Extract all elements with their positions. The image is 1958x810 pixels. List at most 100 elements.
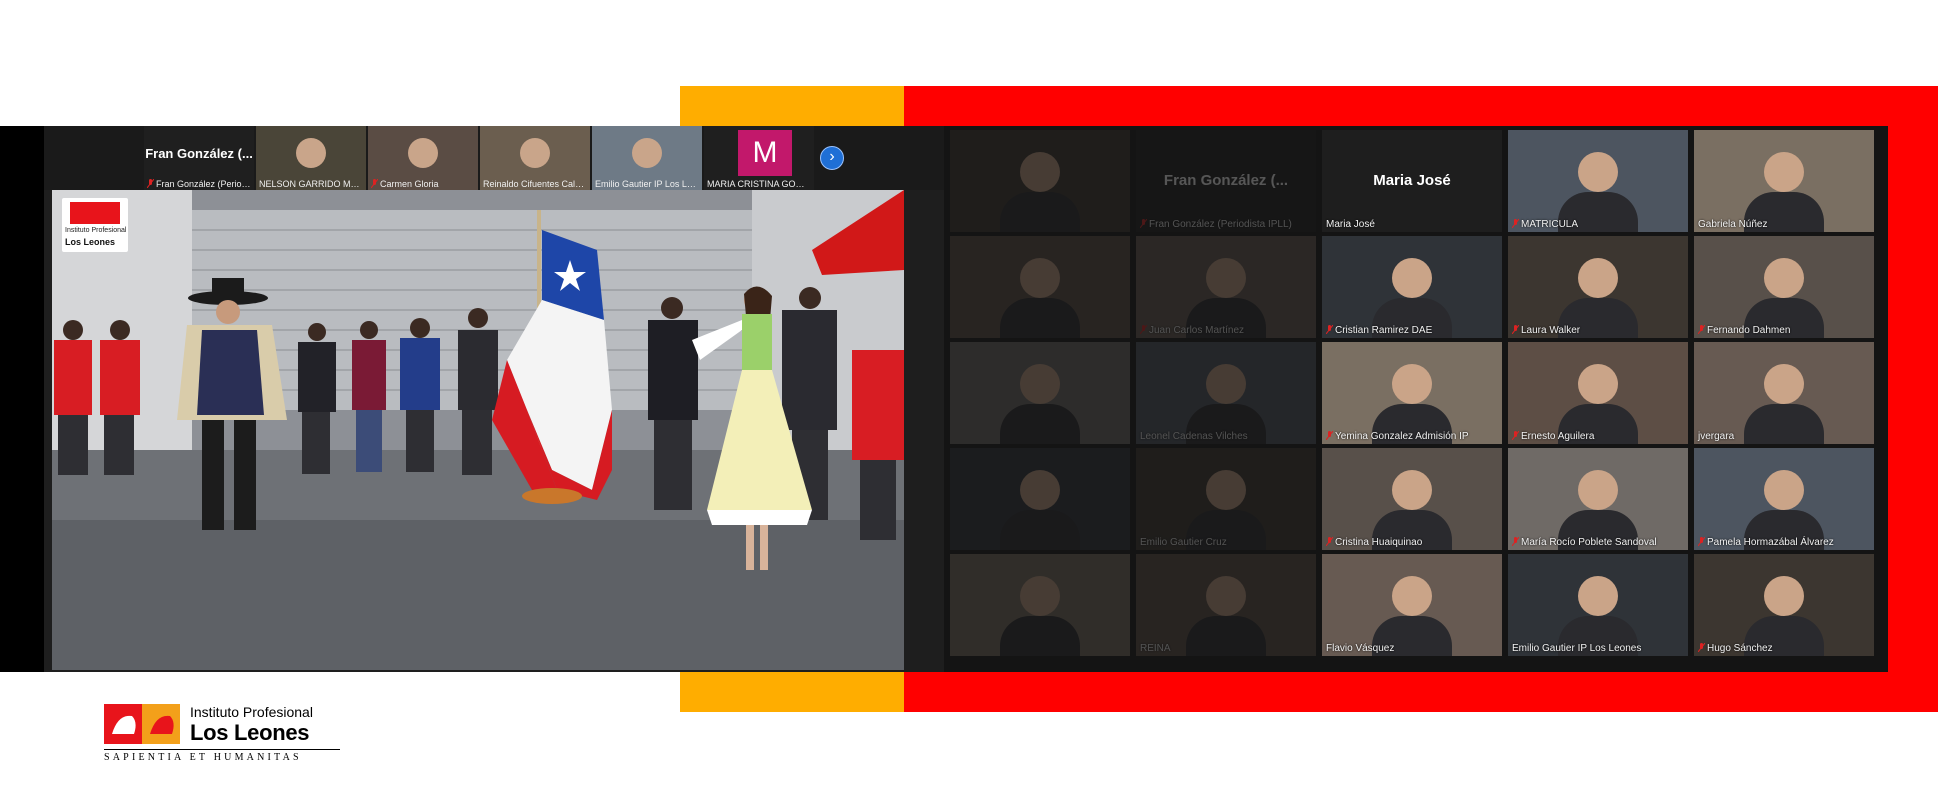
muted-mic-icon [1139,218,1148,229]
gallery-tile[interactable] [950,130,1130,232]
participant-figure [520,138,550,168]
overlay-logo-line2: Los Leones [65,237,116,247]
logo-divider [104,749,340,750]
participant-video [1694,236,1874,338]
shared-video[interactable]: Instituto Profesional Los Leones [52,190,904,670]
gallery-tile[interactable]: Flavio Vásquez [1322,554,1502,656]
participant-name: Reinaldo Cifuentes Calder... [483,179,587,189]
gallery-tile[interactable]: Hugo Sánchez [1694,554,1874,656]
participant-video [1508,554,1688,656]
muted-mic-icon [1325,536,1334,547]
participant-video [950,130,1130,232]
gallery-tile[interactable]: Ernesto Aguilera [1508,342,1688,444]
participant-video [1322,236,1502,338]
gallery-tile[interactable] [950,342,1130,444]
gallery-tile[interactable]: Emilio Gautier Cruz [1136,448,1316,550]
institute-logo: Instituto Profesional Los Leones SAPIENT… [104,702,344,764]
logo-line1: Instituto Profesional [190,704,313,720]
participant-name-text: Gabriela Núñez [1698,219,1768,230]
gallery-tile[interactable]: Gabriela Núñez [1694,130,1874,232]
participant-name: MARIA CRISTINA GOMEZ ... [707,179,811,189]
participant-video [1508,236,1688,338]
lion-emblem-icon [104,704,180,744]
participant-name-text: Laura Walker [1521,325,1581,336]
participant-name: Cristina Huaiquinao [1325,536,1423,548]
gallery-tile[interactable]: jvergara [1694,342,1874,444]
participant-name: Gabriela Núñez [1698,219,1767,230]
gallery-tile[interactable]: Cristina Huaiquinao [1322,448,1502,550]
participant-video [1136,554,1316,656]
gallery-tile[interactable]: Leonel Cadenas Vilches [1136,342,1316,444]
filmstrip-tile[interactable]: Emilio Gautier IP Los Leone... [592,126,702,190]
participant-figure [1764,576,1804,616]
muted-mic-icon [1697,536,1706,547]
chevron-right-icon[interactable]: › [820,146,844,170]
participant-name: Yemina Gonzalez Admisión IP [1325,430,1469,442]
gallery-tile[interactable]: Juan Carlos Martínez [1136,236,1316,338]
participant-name-text: Reinaldo Cifuentes Calder... [483,179,587,189]
participant-figure [1206,576,1246,616]
participant-body [1000,404,1080,444]
filmstrip-tile[interactable]: Fran González (... Fran González (Periodi… [144,126,254,190]
gallery-tile[interactable]: REINA [1136,554,1316,656]
participant-video [1136,236,1316,338]
dance-scene [52,190,904,670]
participant-name-text: MATRICULA [1521,219,1579,230]
participant-figure [1020,258,1060,298]
participant-video [1508,448,1688,550]
participant-figure [1206,258,1246,298]
participant-name: Ernesto Aguilera [1511,430,1595,442]
participant-display-name: Fran González (... [1163,172,1289,189]
participant-name-text: Fran González (Periodi... [156,179,251,189]
gallery-tile[interactable]: Yemina Gonzalez Admisión IP [1322,342,1502,444]
gallery-tile[interactable]: Fernando Dahmen [1694,236,1874,338]
overlay-logo-line1: Instituto Profesional [65,227,127,234]
gallery-tile[interactable] [950,554,1130,656]
filmstrip-tile[interactable]: Carmen Gloria [368,126,478,190]
muted-mic-icon [1511,218,1520,229]
participant-figure [1392,470,1432,510]
gallery-tile[interactable]: Maria José Maria José [1322,130,1502,232]
muted-mic-icon [147,179,155,189]
participant-figure [1764,152,1804,192]
muted-mic-icon [371,179,379,189]
gallery-tile[interactable]: María Rocío Poblete Sandoval [1508,448,1688,550]
participant-figure [1392,258,1432,298]
filmstrip-tile[interactable]: Reinaldo Cifuentes Calder... [480,126,590,190]
participant-video [1694,342,1874,444]
gallery-tile[interactable]: MATRICULA [1508,130,1688,232]
gallery-tile[interactable]: Emilio Gautier IP Los Leones [1508,554,1688,656]
participant-name: Carmen Gloria [371,179,475,189]
participant-figure [408,138,438,168]
participant-name-text: María Rocío Poblete Sandoval [1521,537,1657,548]
participant-name: jvergara [1698,431,1734,442]
participant-name: Emilio Gautier IP Los Leones [1512,643,1641,654]
zoom-gallery-view: Fran González (... Fran González (Periodi… [944,126,1888,672]
participant-name-text: REINA [1140,643,1171,654]
participant-name-text: Ernesto Aguilera [1521,431,1595,442]
muted-mic-icon [1139,324,1148,335]
participant-video [950,236,1130,338]
muted-mic-icon [1325,430,1334,441]
gallery-tile[interactable] [950,236,1130,338]
filmstrip-tile[interactable]: M MARIA CRISTINA GOMEZ ... [704,126,814,190]
filmstrip-tile[interactable]: NELSON GARRIDO MOR... [256,126,366,190]
gallery-tile[interactable]: Pamela Hormazábal Álvarez [1694,448,1874,550]
participant-video [1322,554,1502,656]
participant-video [1694,554,1874,656]
participant-name: Maria José [1326,219,1375,230]
avatar: M [738,130,792,176]
gallery-tile[interactable]: Cristian Ramirez DAE [1322,236,1502,338]
participant-name: Emilio Gautier IP Los Leone... [595,179,699,189]
gallery-tile[interactable]: Fran González (... Fran González (Periodi… [1136,130,1316,232]
muted-mic-icon [1511,324,1520,335]
participant-name-text: Cristina Huaiquinao [1335,537,1423,548]
participant-figure [1578,258,1618,298]
participant-video [1322,448,1502,550]
muted-mic-icon [1697,642,1706,653]
muted-mic-icon [1697,324,1706,335]
participant-body [1186,616,1266,656]
gallery-tile[interactable] [950,448,1130,550]
gallery-tile[interactable]: Laura Walker [1508,236,1688,338]
participant-video [1694,130,1874,232]
